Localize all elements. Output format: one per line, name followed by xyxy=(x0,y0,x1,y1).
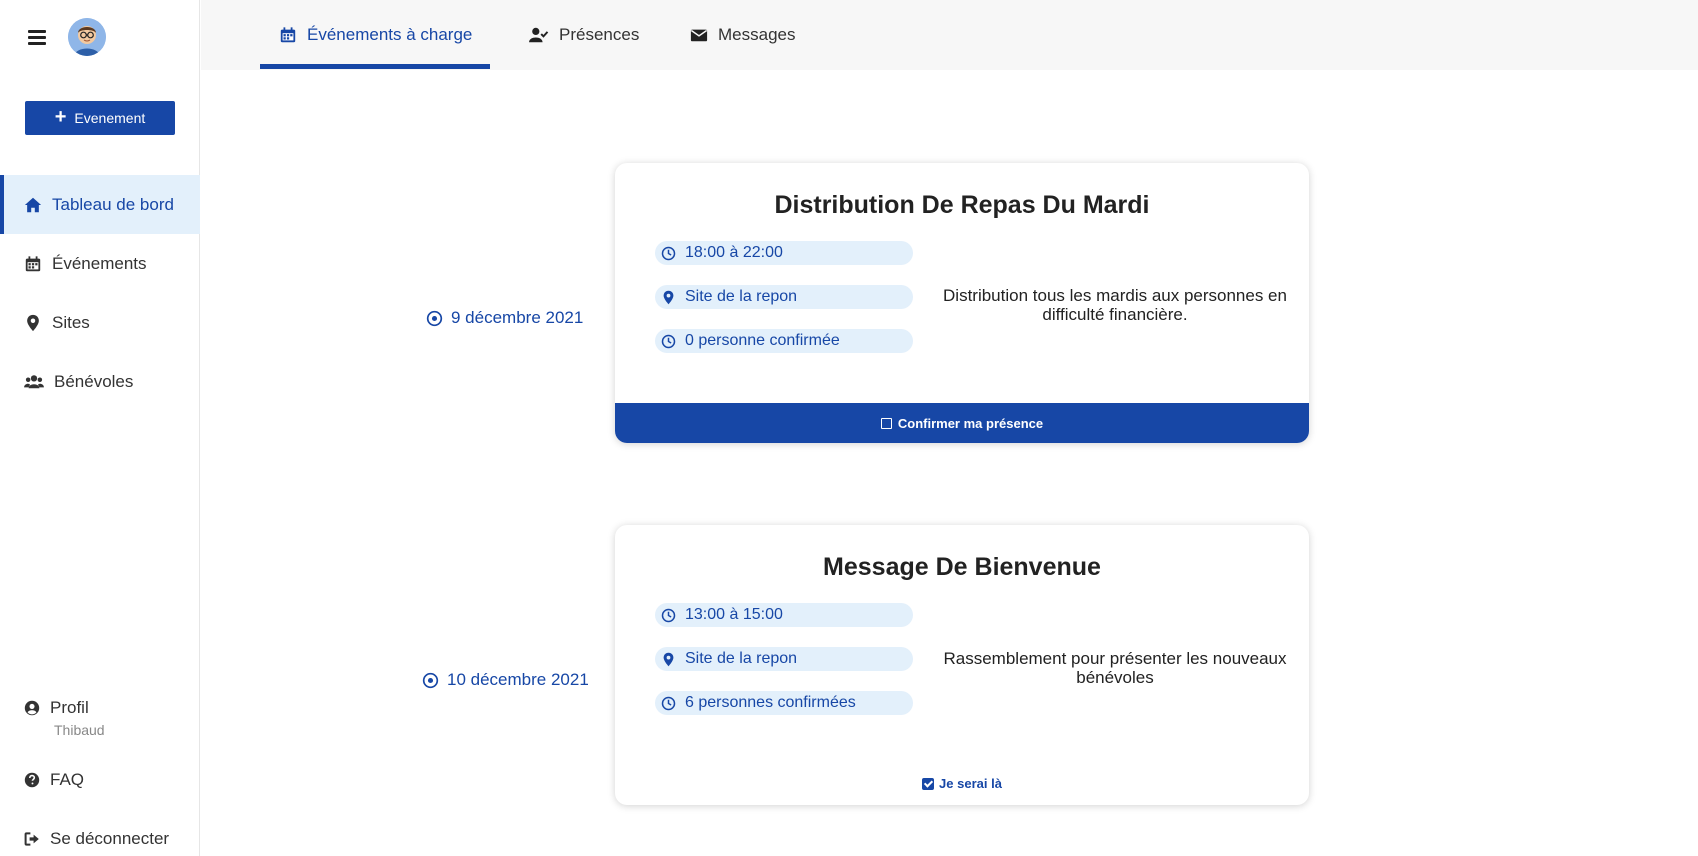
sidebar-item-label: Tableau de bord xyxy=(52,194,174,214)
event-time-pill: 18:00 à 22:00 xyxy=(655,241,913,265)
calendar-icon xyxy=(25,255,41,271)
home-icon xyxy=(24,197,42,212)
add-event-label: Evenement xyxy=(74,110,146,126)
sidebar: + Evenement Tableau de bord Événements S… xyxy=(0,0,200,856)
clock-icon xyxy=(661,246,676,260)
question-circle-icon xyxy=(24,772,40,787)
event-card: Message De Bienvenue 13:00 à 15:00 Site … xyxy=(615,525,1309,805)
sidebar-item-sites[interactable]: Sites xyxy=(0,293,200,352)
map-pin-icon xyxy=(663,652,674,666)
confirm-presence-button[interactable]: Confirmer ma présence xyxy=(615,403,1309,443)
dot-circle-icon xyxy=(422,672,439,688)
clock-icon xyxy=(661,334,676,348)
event-title: Message De Bienvenue xyxy=(823,553,1101,581)
sidebar-item-logout[interactable]: Se déconnecter xyxy=(0,809,200,856)
event-site: Site de la repon xyxy=(685,650,798,667)
sign-out-icon xyxy=(24,831,39,846)
menu-toggle-icon[interactable] xyxy=(28,30,46,46)
clock-icon xyxy=(661,696,676,710)
sidebar-item-dashboard[interactable]: Tableau de bord xyxy=(0,175,200,234)
sidebar-item-events[interactable]: Événements xyxy=(0,234,200,293)
tab-presences[interactable]: Présences xyxy=(528,0,639,70)
tab-messages[interactable]: Messages xyxy=(690,0,795,70)
event-site-pill: Site de la repon xyxy=(655,285,913,309)
calendar-icon xyxy=(280,27,296,43)
confirm-presence-label: Confirmer ma présence xyxy=(897,415,1044,431)
sidebar-item-volunteers[interactable]: Bénévoles xyxy=(0,352,200,411)
sidebar-bottom-nav: Profil Thibaud FAQ Se déconnecter xyxy=(0,690,200,856)
will-attend-toggle[interactable]: Je serai là xyxy=(615,776,1309,791)
will-attend-label: Je serai là xyxy=(939,776,1002,791)
logout-label: Se déconnecter xyxy=(50,828,170,848)
event-confirmed-pill: 6 personnes confirmées xyxy=(655,691,913,715)
event-date: 9 décembre 2021 xyxy=(426,308,583,328)
sidebar-item-faq[interactable]: FAQ xyxy=(0,750,200,809)
user-check-icon xyxy=(529,27,549,43)
event-time: 13:00 à 15:00 xyxy=(685,606,783,623)
envelope-icon xyxy=(690,29,708,42)
event-site: Site de la repon xyxy=(685,288,798,305)
clock-icon xyxy=(661,608,676,622)
event-confirmed-count: 0 personne confirmée xyxy=(685,332,840,349)
avatar[interactable] xyxy=(68,18,106,56)
active-tab-indicator xyxy=(260,64,490,69)
event-time: 18:00 à 22:00 xyxy=(685,244,783,261)
profile-label: Profil xyxy=(50,698,89,717)
event-date-text: 9 décembre 2021 xyxy=(451,308,584,327)
event-confirmed-pill: 0 personne confirmée xyxy=(655,329,913,353)
sidebar-item-profile[interactable]: Profil Thibaud xyxy=(0,690,200,750)
event-details: 18:00 à 22:00 Site de la repon 0 personn… xyxy=(655,241,913,373)
sidebar-item-label: Bénévoles xyxy=(54,371,134,391)
sidebar-nav: Tableau de bord Événements Sites Bénévol… xyxy=(0,175,200,411)
tab-label: Messages xyxy=(718,25,796,44)
event-site-pill: Site de la repon xyxy=(655,647,913,671)
event-time-pill: 13:00 à 15:00 xyxy=(655,603,913,627)
dot-circle-icon xyxy=(426,310,443,326)
tab-label: Présences xyxy=(559,25,640,44)
event-description: Distribution tous les mardis aux personn… xyxy=(943,286,1287,324)
sidebar-item-label: Sites xyxy=(52,312,90,332)
event-date: 10 décembre 2021 xyxy=(422,670,589,690)
event-details: 13:00 à 15:00 Site de la repon 6 personn… xyxy=(655,603,913,735)
tab-events-in-charge[interactable]: Événements à charge xyxy=(279,0,472,70)
sidebar-item-label: Événements xyxy=(52,253,147,273)
app-root: + Evenement Tableau de bord Événements S… xyxy=(0,0,1698,856)
event-date-text: 10 décembre 2021 xyxy=(447,670,589,689)
tab-label: Événements à charge xyxy=(307,25,473,44)
faq-label: FAQ xyxy=(50,769,85,789)
user-circle-icon xyxy=(24,700,40,716)
checkbox-empty-icon xyxy=(880,417,892,429)
map-pin-icon xyxy=(663,290,674,304)
event-title: Distribution De Repas Du Mardi xyxy=(774,191,1150,219)
event-description: Rassemblement pour présenter les nouveau… xyxy=(943,649,1287,687)
add-event-button[interactable]: + Evenement xyxy=(25,101,175,135)
map-pin-icon xyxy=(27,314,39,331)
users-icon xyxy=(24,374,44,388)
plus-icon: + xyxy=(54,106,67,128)
profile-username: Thibaud xyxy=(54,722,105,738)
event-card: Distribution De Repas Du Mardi 18:00 à 2… xyxy=(615,163,1309,443)
checkbox-checked-icon xyxy=(922,777,935,790)
event-confirmed-count: 6 personnes confirmées xyxy=(685,694,856,711)
